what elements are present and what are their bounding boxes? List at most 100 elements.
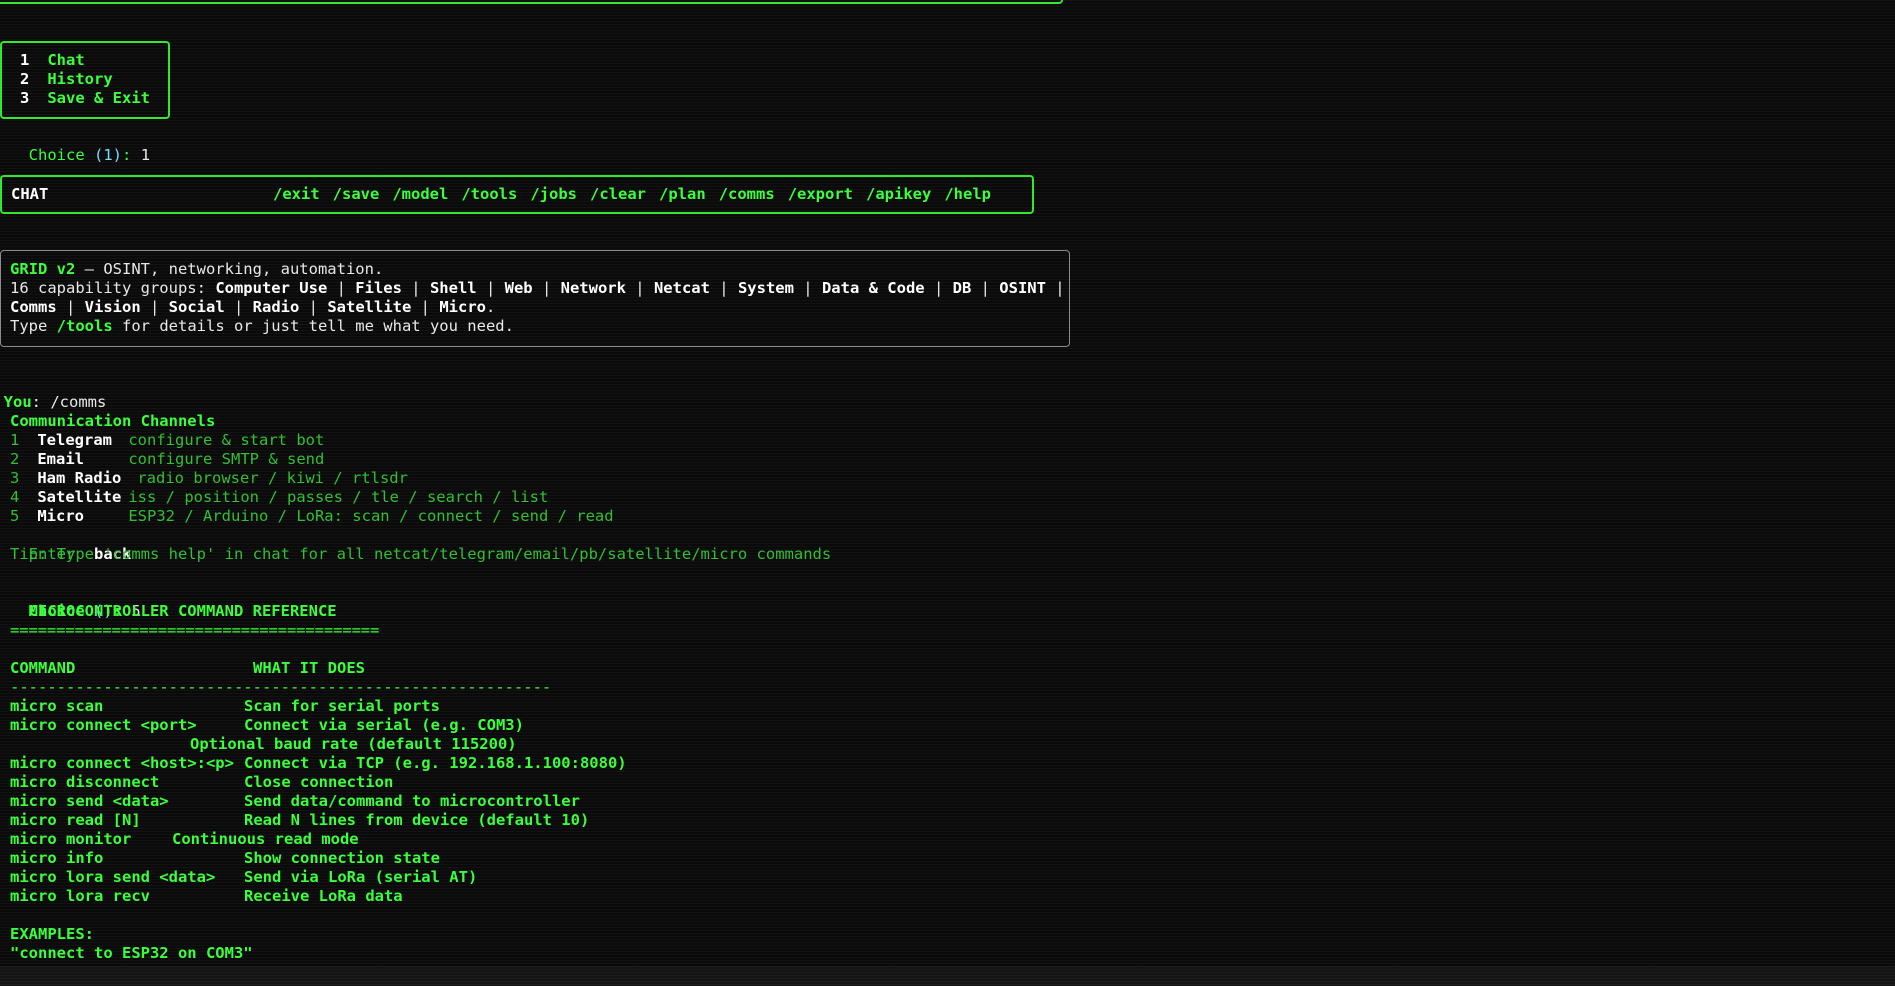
channel-name: Micro xyxy=(37,507,85,525)
reference-row: micro lora recv Receive LoRa data xyxy=(10,887,627,906)
group-separator: | xyxy=(299,298,328,316)
menu-item-label: Chat xyxy=(47,51,85,69)
channel-name: Telegram xyxy=(37,431,112,449)
channel-item[interactable]: 4 Satellite iss / position / passes / tle … xyxy=(10,488,614,507)
capability-group: Web xyxy=(504,279,533,297)
group-separator: | xyxy=(532,279,561,297)
command-export[interactable]: /export xyxy=(788,185,853,203)
previous-output-box xyxy=(0,0,1063,4)
channel-description: configure SMTP & send xyxy=(128,450,325,468)
capability-group: Vision xyxy=(84,298,141,316)
group-separator: | xyxy=(56,298,85,316)
group-separator: | xyxy=(625,279,654,297)
chat-command-list: /exit/save/model/tools/jobs/clear/plan/c… xyxy=(273,185,991,204)
reference-row: micro connect <host>:<p> Connect via TCP … xyxy=(10,754,627,773)
menu-item-label: History xyxy=(47,70,113,88)
group-separator: | xyxy=(401,279,430,297)
menu-item-number: 1 xyxy=(20,51,30,69)
choice-label: Choice xyxy=(28,146,85,164)
user-input-text: : /comms xyxy=(31,393,107,411)
examples-list: "connect to ESP32 on COM3" xyxy=(10,944,253,963)
reference-row: Optional baud rate (default 115200) xyxy=(10,735,627,754)
command-help[interactable]: /help xyxy=(944,185,991,203)
menu-item[interactable]: 1 Chat xyxy=(20,51,150,70)
reference-command: micro connect <port> xyxy=(10,716,197,734)
group-separator: | xyxy=(411,298,440,316)
user-input-line: You: /comms xyxy=(0,374,107,412)
reference-command: micro lora recv xyxy=(10,887,150,905)
comms-channel-list: 1 Telegram configure & start bot 2 Email conf… xyxy=(10,431,614,526)
main-menu-list: 1 Chat 2 History 3 Save & Exit xyxy=(20,51,150,108)
capability-group: Satellite xyxy=(327,298,412,316)
reference-rule: ======================================== xyxy=(10,621,380,639)
capability-group: Data & Code xyxy=(821,279,925,297)
command-save[interactable]: /save xyxy=(333,185,380,203)
command-jobs[interactable]: /jobs xyxy=(530,185,577,203)
command-tools[interactable]: /tools xyxy=(461,185,517,203)
channel-number: 4 xyxy=(10,488,20,506)
group-separator: | xyxy=(709,279,738,297)
intro-line-1: GRID v2 — OSINT, networking, automation. xyxy=(10,260,1065,279)
capability-group: Micro xyxy=(439,298,487,316)
reference-command: micro send <data> xyxy=(10,792,169,810)
channel-item[interactable]: 1 Telegram configure & start bot xyxy=(10,431,614,450)
command-comms[interactable]: /comms xyxy=(719,185,775,203)
intro-line-4: Type /tools for details or just tell me … xyxy=(10,317,1065,336)
command-apikey[interactable]: /apikey xyxy=(866,185,931,203)
column-header-command: COMMAND xyxy=(10,659,76,677)
tools-hint-suffix: for details or just tell me what you nee… xyxy=(112,317,514,335)
channel-name: Satellite xyxy=(37,488,122,506)
capability-group: Files xyxy=(355,279,402,297)
capability-prefix: 16 capability groups: xyxy=(10,279,216,297)
channel-number: 1 xyxy=(10,431,20,449)
reference-description: Optional baud rate (default 115200) xyxy=(190,735,517,753)
chat-command-bar: CHAT /exit/save/model/tools/jobs/clear/p… xyxy=(0,175,1034,214)
reference-description: Read N lines from device (default 10) xyxy=(244,811,590,829)
reference-command xyxy=(10,735,190,754)
example-item: "connect to ESP32 on COM3" xyxy=(10,944,253,962)
command-model[interactable]: /model xyxy=(392,185,448,203)
channel-description: radio browser / kiwi / rtlsdr xyxy=(137,469,408,487)
channel-item[interactable]: 5 Micro ESP32 / Arduino / LoRa: scan / con… xyxy=(10,507,614,526)
reference-row: micro scan Scan for serial ports xyxy=(10,697,627,716)
reference-row: micro disconnect Close connection xyxy=(10,773,627,792)
command-plan[interactable]: /plan xyxy=(659,185,706,203)
channel-name: Ham Radio xyxy=(37,469,122,487)
reference-row: micro connect <port> Connect via serial (… xyxy=(10,716,627,735)
intro-line-2: 16 capability groups: Computer Use | Fil… xyxy=(10,279,1065,298)
reference-row: micro lora send <data> Send via LoRa (ser… xyxy=(10,868,627,887)
menu-item[interactable]: 3 Save & Exit xyxy=(20,89,150,108)
comms-title: Communication Channels xyxy=(10,412,216,430)
comms-tip: Tip: Type 'comms help' in chat for all n… xyxy=(10,545,832,563)
bottom-strip xyxy=(0,966,1895,986)
capability-group: Shell xyxy=(429,279,477,297)
menu-item-number: 2 xyxy=(20,70,30,88)
tools-command[interactable]: /tools xyxy=(57,317,113,336)
capability-group: Network xyxy=(560,279,626,297)
menu-choice-prompt[interactable]: Choice (1): 1 xyxy=(10,127,150,165)
command-exit[interactable]: /exit xyxy=(273,185,320,203)
intro-line-3: Comms | Vision | Social | Radio | Satell… xyxy=(10,298,1065,317)
reference-command: micro scan xyxy=(10,697,104,715)
reference-command: micro lora send <data> xyxy=(10,868,216,886)
channel-item[interactable]: 2 Email configure SMTP & send xyxy=(10,450,614,469)
reference-row: micro info Show connection state xyxy=(10,849,627,868)
reference-command: micro connect <host>:<p> xyxy=(10,754,234,772)
choice-value[interactable]: 1 xyxy=(141,146,150,164)
group-trailing: . xyxy=(486,298,496,316)
group-trailing: | xyxy=(1045,279,1065,297)
group-separator: | xyxy=(327,279,356,297)
reference-description: Connect via TCP (e.g. 192.168.1.100:8080… xyxy=(244,754,627,772)
reference-row: micro send <data> Send data/command to mi… xyxy=(10,792,627,811)
channel-item[interactable]: 3 Ham Radio radio browser / kiwi / rtlsdr xyxy=(10,469,614,488)
channel-number: 5 xyxy=(10,507,20,525)
reference-description: Continuous read mode xyxy=(172,830,359,848)
capability-group: System xyxy=(737,279,794,297)
user-label: You xyxy=(3,393,32,411)
group-separator: | xyxy=(476,279,505,297)
reference-row: micro monitor Continuous read mode xyxy=(10,830,627,849)
reference-command: micro monitor xyxy=(10,830,132,848)
menu-item[interactable]: 2 History xyxy=(20,70,150,89)
reference-description: Send data/command to microcontroller xyxy=(244,792,580,810)
command-clear[interactable]: /clear xyxy=(590,185,646,203)
